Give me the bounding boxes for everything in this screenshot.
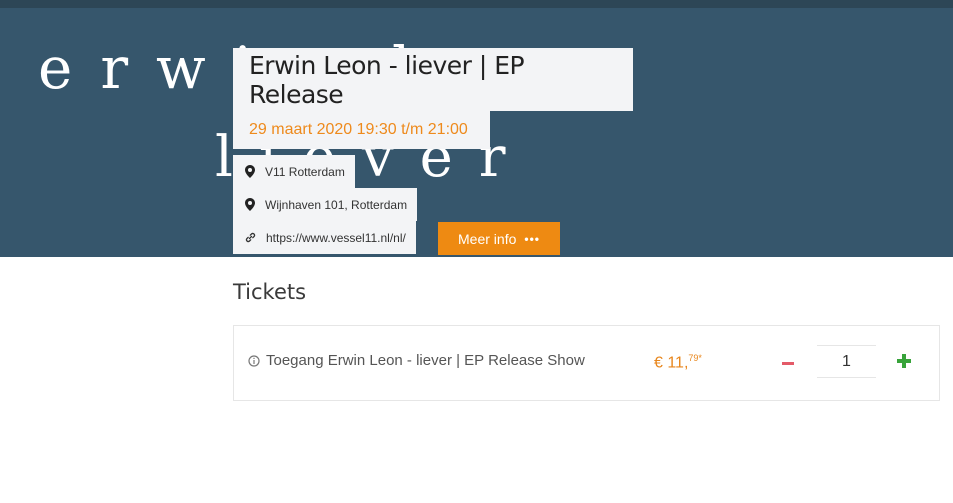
increase-quantity-button[interactable] bbox=[897, 354, 911, 368]
more-info-label: Meer info bbox=[458, 230, 517, 247]
minus-icon bbox=[782, 361, 794, 365]
website-link[interactable]: https://www.vessel11.nl/nl/ bbox=[266, 231, 406, 245]
ticket-price-main: € 11, bbox=[654, 354, 689, 372]
event-date: 29 maart 2020 19:30 t/m 21:00 bbox=[249, 121, 468, 138]
venue-info: V11 Rotterdam bbox=[233, 155, 355, 188]
ellipsis-icon: ••• bbox=[524, 231, 540, 246]
ticket-price: € 11,79* bbox=[654, 353, 702, 372]
event-date-box: 29 maart 2020 19:30 t/m 21:00 bbox=[233, 111, 490, 149]
event-hero-banner: erwin leon liever Erwin Leon - liever | … bbox=[0, 8, 953, 257]
top-bar bbox=[0, 0, 953, 8]
tickets-heading: Tickets bbox=[233, 280, 307, 304]
ticket-name-wrap: Toegang Erwin Leon - liever | EP Release… bbox=[248, 352, 585, 369]
address-info: Wijnhaven 101, Rotterdam bbox=[233, 188, 418, 221]
event-title-box: Erwin Leon - liever | EP Release bbox=[233, 48, 633, 111]
more-info-button[interactable]: Meer info ••• bbox=[438, 222, 560, 255]
event-title: Erwin Leon - liever | EP Release bbox=[249, 50, 525, 109]
ticket-price-cents: 79* bbox=[688, 353, 702, 363]
location-pin-icon bbox=[245, 198, 255, 211]
website-info[interactable]: https://www.vessel11.nl/nl/ bbox=[233, 221, 416, 254]
info-icon[interactable] bbox=[248, 354, 260, 367]
location-pin-icon bbox=[245, 165, 255, 178]
ticket-row: Toegang Erwin Leon - liever | EP Release… bbox=[233, 325, 940, 401]
venue-name: V11 Rotterdam bbox=[265, 164, 345, 179]
quantity-field[interactable]: 1 bbox=[817, 345, 876, 378]
decrease-quantity-button[interactable] bbox=[782, 350, 796, 376]
link-icon bbox=[245, 232, 256, 243]
plus-icon-vertical bbox=[902, 354, 906, 368]
venue-address: Wijnhaven 101, Rotterdam bbox=[265, 197, 408, 212]
ticket-name: Toegang Erwin Leon - liever | EP Release… bbox=[266, 352, 585, 369]
